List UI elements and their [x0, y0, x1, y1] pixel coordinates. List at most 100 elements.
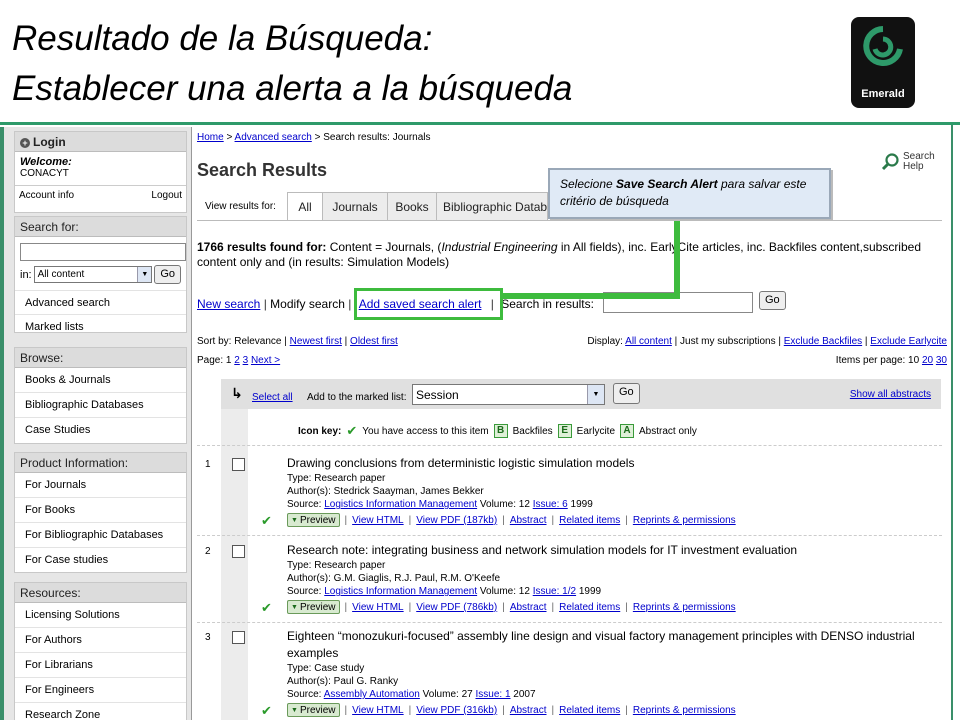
- resources-box: Resources: Licensing Solutions For Autho…: [14, 582, 187, 720]
- result-checkbox[interactable]: [232, 545, 245, 558]
- view-pdf-link[interactable]: View PDF (187kb): [416, 515, 497, 526]
- search-help-button[interactable]: Search Help: [881, 152, 935, 172]
- reprints-link[interactable]: Reprints & permissions: [633, 515, 736, 526]
- sidebar-item-case-studies[interactable]: Case Studies: [15, 418, 186, 443]
- account-info-link[interactable]: Account info: [19, 186, 74, 205]
- select-arrow-icon: ↳: [231, 385, 243, 401]
- exclude-backfiles-link[interactable]: Exclude Backfiles: [784, 336, 862, 347]
- instruction-callout: Selecione Save Search Alert para salvar …: [548, 168, 831, 219]
- view-html-link[interactable]: View HTML: [352, 515, 404, 526]
- related-items-link[interactable]: Related items: [559, 515, 620, 526]
- related-items-link[interactable]: Related items: [559, 705, 620, 716]
- sidebar-item-for-engineers[interactable]: For Engineers: [15, 678, 186, 703]
- callout-bold: Save Search Alert: [616, 177, 718, 191]
- select-all-link[interactable]: Select all: [252, 392, 293, 403]
- plus-icon: +: [20, 138, 30, 148]
- pagination: Page: 1 2 3 Next > Items per page: 10 20…: [197, 355, 947, 366]
- sort-options: Sort by: Relevance | Newest first | Olde…: [197, 336, 947, 347]
- tab-books[interactable]: Books: [387, 192, 437, 220]
- sidebar-item-for-bibliographic-databases[interactable]: For Bibliographic Databases: [15, 523, 186, 548]
- tab-bibliographic-databases[interactable]: Bibliographic Datab: [436, 192, 548, 220]
- triangle-down-icon: ▼: [291, 516, 298, 524]
- tab-all[interactable]: All: [287, 192, 323, 220]
- abstract-only-label: Abstract only: [639, 425, 697, 437]
- related-items-link[interactable]: Related items: [559, 602, 620, 613]
- abstract-link[interactable]: Abstract: [510, 705, 547, 716]
- sidebar-item-bibliographic-databases[interactable]: Bibliographic Databases: [15, 393, 186, 418]
- next-page-link[interactable]: Next >: [251, 355, 280, 366]
- journal-link[interactable]: Logistics Information Management: [324, 499, 477, 510]
- sort-oldest-link[interactable]: Oldest first: [350, 336, 398, 347]
- result-title[interactable]: Research note: integrating business and …: [287, 542, 927, 559]
- page-3-link[interactable]: 3: [243, 355, 249, 366]
- sidebar-item-advanced-search[interactable]: Advanced search: [15, 290, 186, 315]
- page-2-link[interactable]: 2: [234, 355, 240, 366]
- exclude-earlycite-link[interactable]: Exclude Earlycite: [870, 336, 947, 347]
- reprints-link[interactable]: Reprints & permissions: [633, 602, 736, 613]
- sidebar-item-for-books[interactable]: For Books: [15, 498, 186, 523]
- breadcrumb-home[interactable]: Home: [197, 132, 224, 143]
- view-pdf-link[interactable]: View PDF (786kb): [416, 602, 497, 613]
- login-box: + Login Welcome: CONACYT Account info Log…: [14, 131, 187, 213]
- view-pdf-link[interactable]: View PDF (316kb): [416, 705, 497, 716]
- abstract-link[interactable]: Abstract: [510, 515, 547, 526]
- reprints-link[interactable]: Reprints & permissions: [633, 705, 736, 716]
- result-checkbox[interactable]: [232, 631, 245, 644]
- issue-link[interactable]: Issue: 1: [475, 689, 510, 700]
- content-right-edge: [951, 125, 953, 720]
- result-type: Type: Research paper: [287, 473, 386, 484]
- summary-query: Industrial Engineering: [441, 240, 558, 254]
- result-title[interactable]: Drawing conclusions from deterministic l…: [287, 455, 927, 472]
- login-header[interactable]: + Login: [15, 132, 186, 152]
- journal-link[interactable]: Logistics Information Management: [324, 586, 477, 597]
- preview-button[interactable]: ▼ Preview: [287, 600, 340, 614]
- sidebar-item-books-journals[interactable]: Books & Journals: [15, 368, 186, 393]
- marked-list-value: Session: [416, 387, 459, 402]
- issue-link[interactable]: Issue: 1/2: [533, 586, 576, 597]
- sidebar-item-for-librarians[interactable]: For Librarians: [15, 653, 186, 678]
- sidebar-search-input[interactable]: [20, 243, 186, 261]
- search-in-results-go-button[interactable]: Go: [759, 291, 786, 310]
- breadcrumb: Home > Advanced search > Search results:…: [197, 132, 431, 143]
- items-per-page-30[interactable]: 30: [936, 355, 947, 366]
- welcome-label: Welcome:: [20, 156, 72, 168]
- preview-button[interactable]: ▼ Preview: [287, 513, 340, 527]
- display-all-content-link[interactable]: All content: [625, 336, 672, 347]
- preview-button[interactable]: ▼ Preview: [287, 703, 340, 717]
- sidebar-item-research-zone[interactable]: Research Zone: [15, 703, 186, 720]
- result-checkbox[interactable]: [232, 458, 245, 471]
- sidebar: + Login Welcome: CONACYT Account info Log…: [0, 127, 192, 720]
- access-check-icon: ✔: [261, 703, 272, 718]
- page-current: 1: [225, 355, 232, 366]
- sidebar-item-marked-lists[interactable]: Marked lists: [15, 315, 186, 340]
- sidebar-item-for-journals[interactable]: For Journals: [15, 473, 186, 498]
- items-per-page-label: Items per page: 10: [835, 355, 920, 366]
- sidebar-edge: [0, 127, 4, 720]
- issue-link[interactable]: Issue: 6: [533, 499, 568, 510]
- sidebar-go-button[interactable]: Go: [154, 265, 181, 284]
- sidebar-item-licensing-solutions[interactable]: Licensing Solutions: [15, 603, 186, 628]
- sidebar-item-for-authors[interactable]: For Authors: [15, 628, 186, 653]
- sidebar-item-for-case-studies[interactable]: For Case studies: [15, 548, 186, 573]
- breadcrumb-advanced-search[interactable]: Advanced search: [235, 132, 312, 143]
- abstract-link[interactable]: Abstract: [510, 602, 547, 613]
- result-authors: Author(s): G.M. Giaglis, R.J. Paul, R.M.…: [287, 573, 501, 584]
- result-title[interactable]: Eighteen “monozukuri-focused” assembly l…: [287, 628, 927, 662]
- scope-select[interactable]: All content ▼: [33, 266, 153, 283]
- journal-link[interactable]: Assembly Automation: [324, 689, 420, 700]
- sort-newest-link[interactable]: Newest first: [290, 336, 342, 347]
- tab-journals[interactable]: Journals: [322, 192, 388, 220]
- result-item: 2 Research note: integrating business an…: [197, 542, 947, 622]
- slide-title: Resultado de la Búsqueda: Establecer una…: [12, 14, 832, 114]
- view-html-link[interactable]: View HTML: [352, 602, 404, 613]
- items-per-page-20[interactable]: 20: [922, 355, 933, 366]
- display-options: Display: All content | Just my subscript…: [587, 336, 947, 347]
- marked-list-go-button[interactable]: Go: [613, 383, 640, 404]
- backfiles-label: Backfiles: [512, 425, 553, 437]
- show-all-abstracts-link[interactable]: Show all abstracts: [850, 389, 931, 400]
- view-html-link[interactable]: View HTML: [352, 705, 404, 716]
- new-search-link[interactable]: New search: [197, 297, 260, 311]
- logout-link[interactable]: Logout: [151, 186, 182, 205]
- marked-list-select[interactable]: Session ▼: [412, 384, 605, 405]
- breadcrumb-current: Search results: Journals: [323, 132, 431, 143]
